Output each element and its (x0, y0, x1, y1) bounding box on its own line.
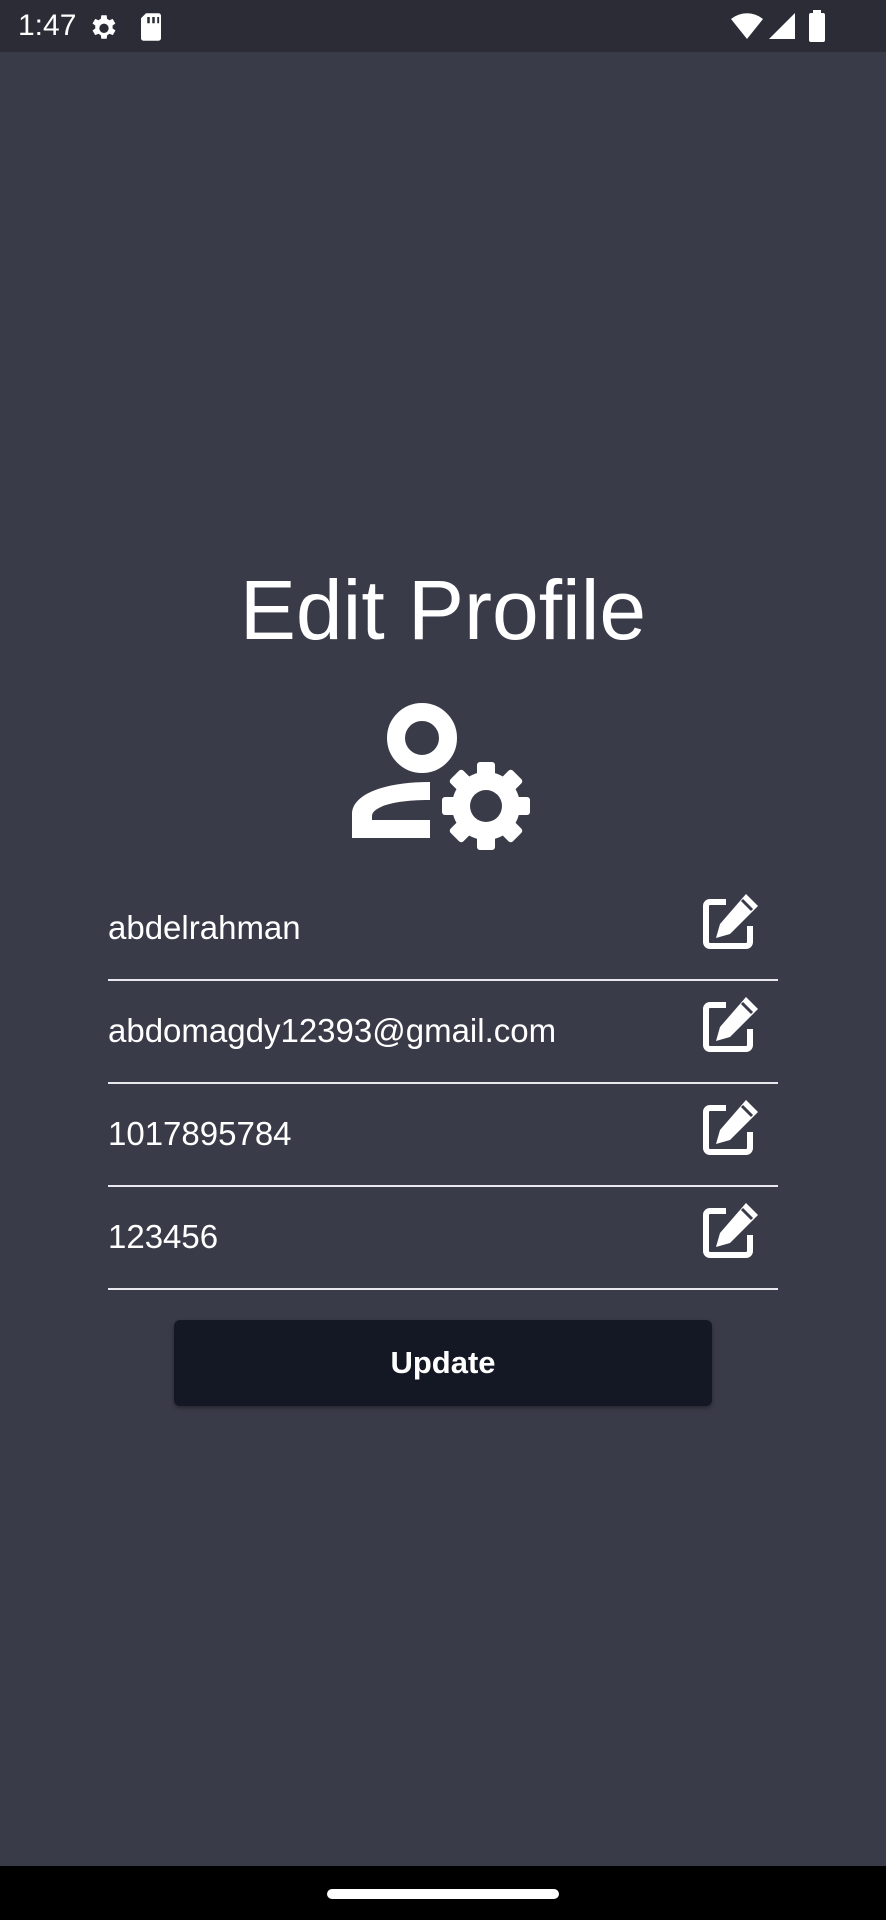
phone-field (108, 1084, 778, 1187)
status-bar: 1:47 (0, 0, 886, 52)
status-time: 1:47 (18, 9, 77, 42)
password-field (108, 1187, 778, 1290)
navigation-bar (0, 1866, 886, 1920)
username-input[interactable] (108, 908, 668, 948)
phone-input[interactable] (108, 1114, 668, 1154)
home-gesture-handle[interactable] (327, 1889, 559, 1899)
edit-icon[interactable] (700, 995, 760, 1055)
email-input[interactable] (108, 1011, 668, 1051)
edit-profile-screen: 1:47 Edit Profile abdelrahman abdomagdy1… (0, 0, 886, 1920)
username-field (108, 878, 778, 981)
page-title: Edit Profile (239, 563, 647, 657)
signal-icon (769, 13, 795, 39)
manage-account-icon (352, 703, 530, 850)
password-input[interactable] (108, 1217, 668, 1257)
wifi-icon (731, 13, 763, 39)
email-field (108, 981, 778, 1084)
edit-icon[interactable] (700, 1098, 760, 1158)
battery-icon (809, 10, 825, 42)
sd-card-icon (141, 13, 161, 41)
update-button[interactable]: Update (174, 1320, 712, 1406)
edit-icon[interactable] (700, 1201, 760, 1261)
gear-icon (92, 15, 116, 39)
edit-icon[interactable] (700, 892, 760, 952)
